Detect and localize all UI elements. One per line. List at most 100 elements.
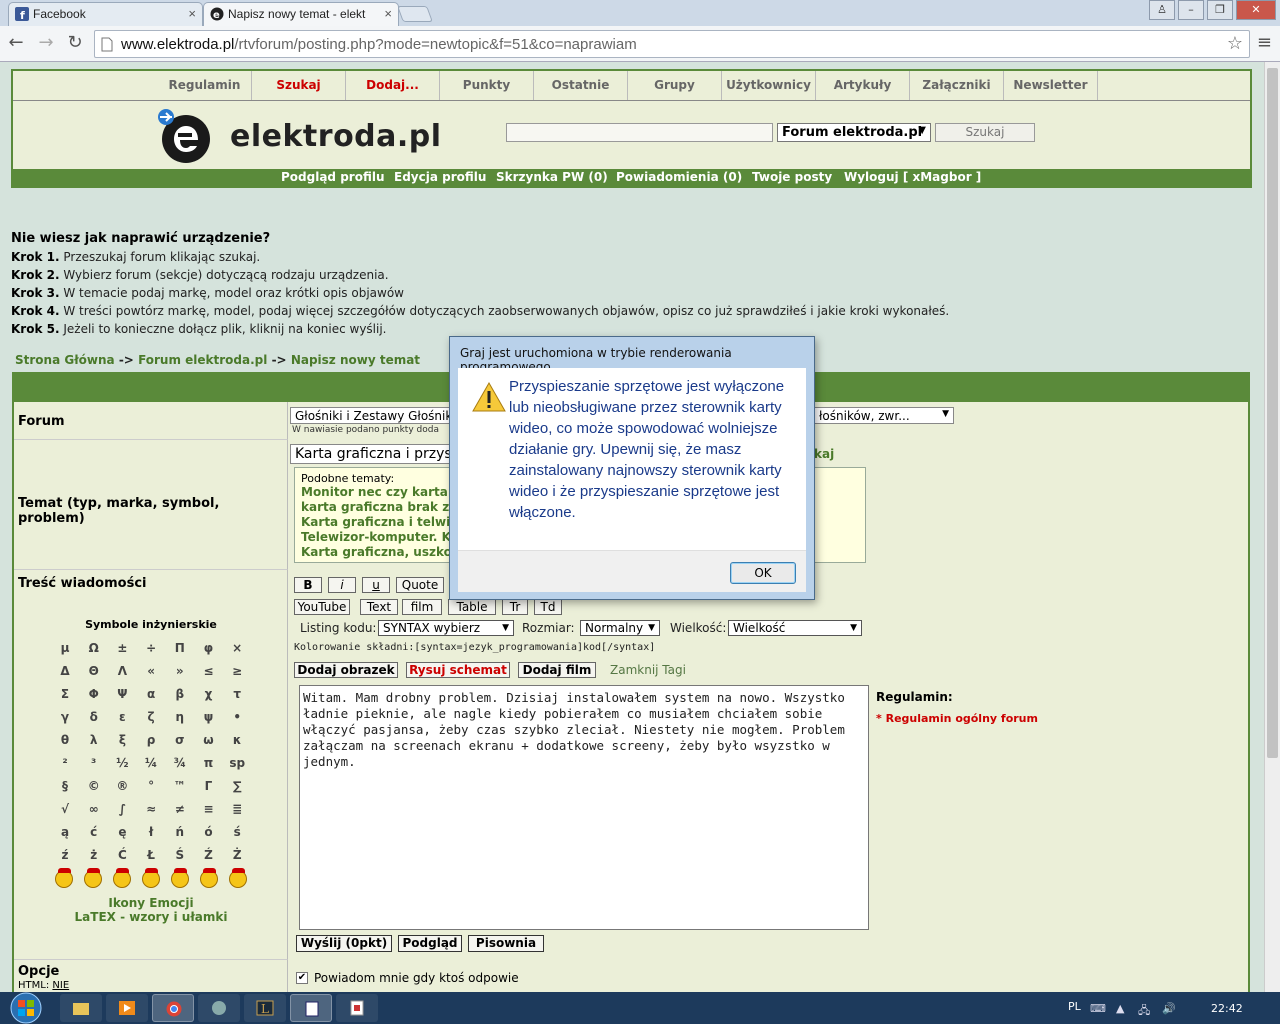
symbol-button[interactable]: χ: [195, 687, 223, 701]
symbol-button[interactable]: ó: [195, 825, 223, 839]
symbol-button[interactable]: ¼: [137, 756, 165, 770]
emoticon-icon[interactable]: [84, 868, 102, 888]
symbol-button[interactable]: ę: [108, 825, 136, 839]
nav-newsletter[interactable]: Newsletter: [1004, 71, 1098, 100]
minimize-button[interactable]: –: [1178, 0, 1204, 20]
symbol-button[interactable]: Ł: [137, 848, 165, 862]
close-tab-icon[interactable]: ×: [384, 6, 392, 21]
symbol-button[interactable]: Ω: [80, 641, 108, 655]
address-bar[interactable]: www.elektroda.pl/rtvforum/posting.php?mo…: [94, 30, 1250, 58]
symbol-button[interactable]: ε: [108, 710, 136, 724]
taskbar-media[interactable]: [106, 994, 148, 1022]
emoticon-icon[interactable]: [113, 868, 131, 888]
new-tab-button[interactable]: [397, 6, 433, 22]
symbol-button[interactable]: ≥: [223, 664, 251, 678]
symbol-button[interactable]: π: [195, 756, 223, 770]
scrollbar-thumb[interactable]: [1267, 68, 1278, 758]
symbol-button[interactable]: ≈: [137, 802, 165, 816]
tab-elektroda[interactable]: e Napisz nowy temat - elekt ×: [203, 2, 399, 26]
symbol-button[interactable]: «: [137, 664, 165, 678]
symbol-button[interactable]: ®: [108, 779, 136, 793]
taskbar-explorer[interactable]: [60, 994, 102, 1022]
back-icon[interactable]: ←: [4, 32, 28, 56]
topic-search-link[interactable]: kaj: [814, 447, 834, 461]
listing-select[interactable]: SYNTAX wybierz ▼: [378, 620, 514, 636]
symbol-button[interactable]: β: [166, 687, 194, 701]
emoticon-icon[interactable]: [200, 868, 218, 888]
text-button[interactable]: Text: [360, 599, 398, 615]
symbol-button[interactable]: δ: [80, 710, 108, 724]
link-profile-view[interactable]: Podgląd profilu: [281, 170, 385, 184]
symbol-button[interactable]: Λ: [108, 664, 136, 678]
clock[interactable]: 22:42: [1211, 1002, 1243, 1015]
message-textarea[interactable]: Witam. Mam drobny problem. Dzisiaj insta…: [299, 685, 869, 930]
symbol-button[interactable]: ć: [80, 825, 108, 839]
forum-select[interactable]: Forum elektroda.pl ▼: [777, 123, 931, 142]
symbol-button[interactable]: Π: [166, 641, 194, 655]
size-select[interactable]: Normalny ▼: [580, 620, 660, 636]
symbol-button[interactable]: ł: [137, 825, 165, 839]
symbol-button[interactable]: §: [51, 779, 79, 793]
windows-start-icon[interactable]: [6, 992, 46, 1024]
symbol-button[interactable]: ÷: [137, 641, 165, 655]
symbol-button[interactable]: Ś: [166, 848, 194, 862]
symbol-button[interactable]: Ż: [223, 848, 251, 862]
network-icon[interactable]: 🖧: [1138, 1002, 1150, 1021]
symbol-button[interactable]: Φ: [80, 687, 108, 701]
keyboard-icon[interactable]: ⌨: [1090, 1002, 1106, 1015]
symbol-button[interactable]: Ć: [108, 848, 136, 862]
notify-checkbox[interactable]: ✔: [296, 972, 308, 984]
symbol-button[interactable]: ©: [80, 779, 108, 793]
similar-topic-link[interactable]: karta graficzna brak ziel: [301, 500, 466, 514]
symbol-button[interactable]: η: [166, 710, 194, 724]
quote-button[interactable]: Quote: [396, 577, 444, 593]
spellcheck-button[interactable]: Pisownia: [468, 935, 544, 952]
user-icon[interactable]: ♙: [1149, 0, 1175, 20]
nav-regulamin[interactable]: Regulamin: [158, 71, 252, 100]
symbol-button[interactable]: √: [51, 802, 79, 816]
preview-button[interactable]: Podgląd: [398, 935, 462, 952]
close-tab-icon[interactable]: ×: [188, 6, 196, 21]
underline-button[interactable]: u: [362, 577, 390, 593]
nav-ostatnie[interactable]: Ostatnie: [534, 71, 628, 100]
taskbar-app[interactable]: [198, 994, 240, 1022]
italic-button[interactable]: i: [328, 577, 356, 593]
symbol-button[interactable]: Θ: [80, 664, 108, 678]
show-hidden-icons[interactable]: ▲: [1116, 1002, 1124, 1015]
bookmark-star-icon[interactable]: ☆: [1227, 33, 1243, 54]
search-button[interactable]: Szukaj: [935, 123, 1035, 142]
symbol-button[interactable]: ω: [195, 733, 223, 747]
nav-uzytkownicy[interactable]: Użytkownicy: [722, 71, 816, 100]
add-image-button[interactable]: Dodaj obrazek: [294, 662, 398, 678]
symbol-button[interactable]: γ: [51, 710, 79, 724]
table-button[interactable]: Table: [448, 599, 496, 615]
symbol-button[interactable]: ą: [51, 825, 79, 839]
nav-punkty[interactable]: Punkty: [440, 71, 534, 100]
emoticon-icon[interactable]: [229, 868, 247, 888]
nav-zalaczniki[interactable]: Załączniki: [910, 71, 1004, 100]
link-logout[interactable]: Wyloguj [ xMagbor ]: [844, 170, 981, 184]
symbol-button[interactable]: Δ: [51, 664, 79, 678]
symbol-button[interactable]: ±: [108, 641, 136, 655]
symbol-button[interactable]: ξ: [108, 733, 136, 747]
symbol-button[interactable]: σ: [166, 733, 194, 747]
symbol-button[interactable]: ź: [51, 848, 79, 862]
similar-topic-link[interactable]: Monitor nec czy karta gr: [301, 485, 467, 499]
reload-icon[interactable]: ↻: [63, 32, 87, 56]
symbol-button[interactable]: ³: [80, 756, 108, 770]
emoticon-icon[interactable]: [55, 868, 73, 888]
forum-dropdown-right[interactable]: łośników, zwr... ▼: [814, 407, 954, 424]
font-size-select[interactable]: Wielkość ▼: [728, 620, 862, 636]
symbol-button[interactable]: ∞: [80, 802, 108, 816]
volume-icon[interactable]: 🔊: [1162, 1002, 1176, 1015]
link-pm-inbox[interactable]: Skrzynka PW (0): [496, 170, 608, 184]
page-scrollbar[interactable]: [1264, 62, 1280, 992]
breadcrumb-current[interactable]: Napisz nowy temat: [291, 353, 420, 367]
submit-button[interactable]: Wyślij (0pkt): [296, 935, 392, 952]
symbol-button[interactable]: ≣: [223, 802, 251, 816]
nav-artykuly[interactable]: Artykuły: [816, 71, 910, 100]
tab-facebook[interactable]: f Facebook ×: [8, 2, 203, 26]
emoticon-icon[interactable]: [171, 868, 189, 888]
symbol-button[interactable]: ψ: [195, 710, 223, 724]
forward-icon[interactable]: →: [34, 32, 58, 56]
